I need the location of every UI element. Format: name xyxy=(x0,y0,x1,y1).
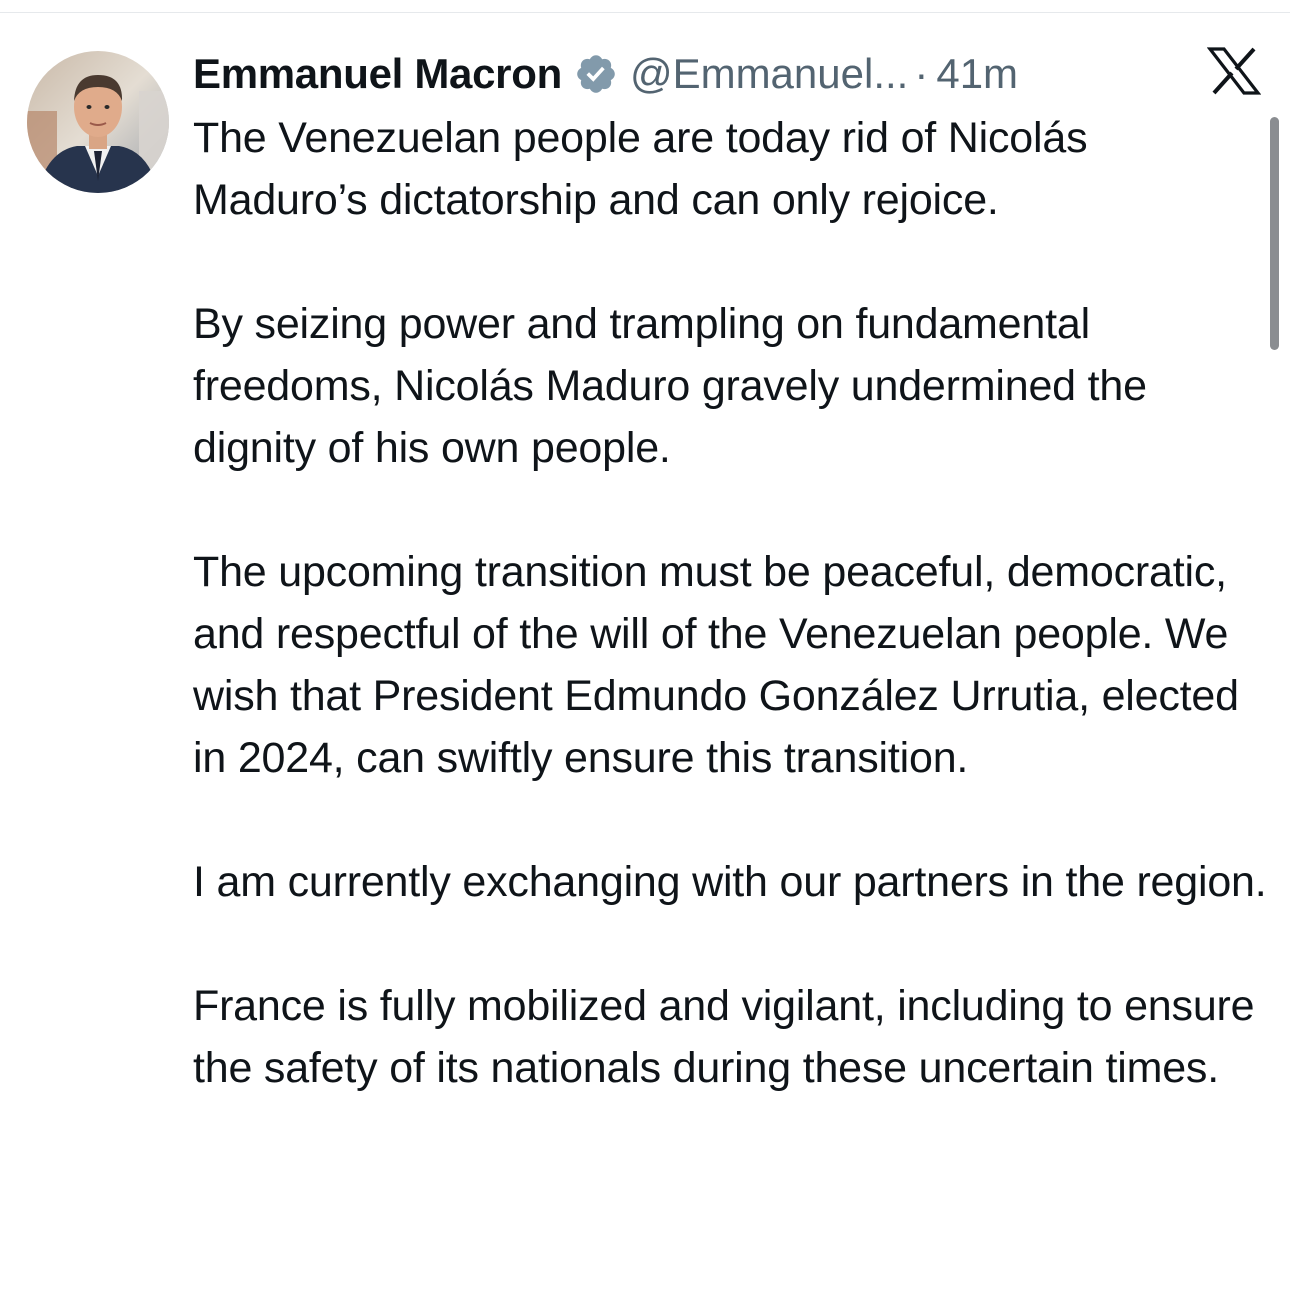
x-logo-icon[interactable] xyxy=(1207,47,1261,95)
verified-badge-icon xyxy=(574,52,618,96)
tweet-card[interactable]: Emmanuel Macron @Emmanuel... · 41m The V… xyxy=(0,0,1290,1297)
tweet-text: The Venezuelan people are today rid of N… xyxy=(193,107,1273,1099)
tweet-header: Emmanuel Macron @Emmanuel... · 41m xyxy=(193,44,1018,104)
tweet-paragraph: France is fully mobilized and vigilant, … xyxy=(193,982,1255,1092)
display-name[interactable]: Emmanuel Macron xyxy=(193,44,562,104)
scrollbar-thumb[interactable] xyxy=(1270,117,1279,350)
author-handle[interactable]: @Emmanuel... xyxy=(630,44,908,104)
tweet-paragraph: I am currently exchanging with our partn… xyxy=(193,858,1267,906)
tweet-paragraph: The Venezuelan people are today rid of N… xyxy=(193,114,1088,224)
tweet-paragraph: By seizing power and trampling on fundam… xyxy=(193,300,1147,472)
avatar[interactable] xyxy=(27,51,169,193)
avatar-photo xyxy=(27,51,169,193)
header-separator: · xyxy=(914,50,929,97)
tweet-paragraph: The upcoming transition must be peaceful… xyxy=(193,548,1239,782)
timestamp[interactable]: 41m xyxy=(936,44,1018,104)
